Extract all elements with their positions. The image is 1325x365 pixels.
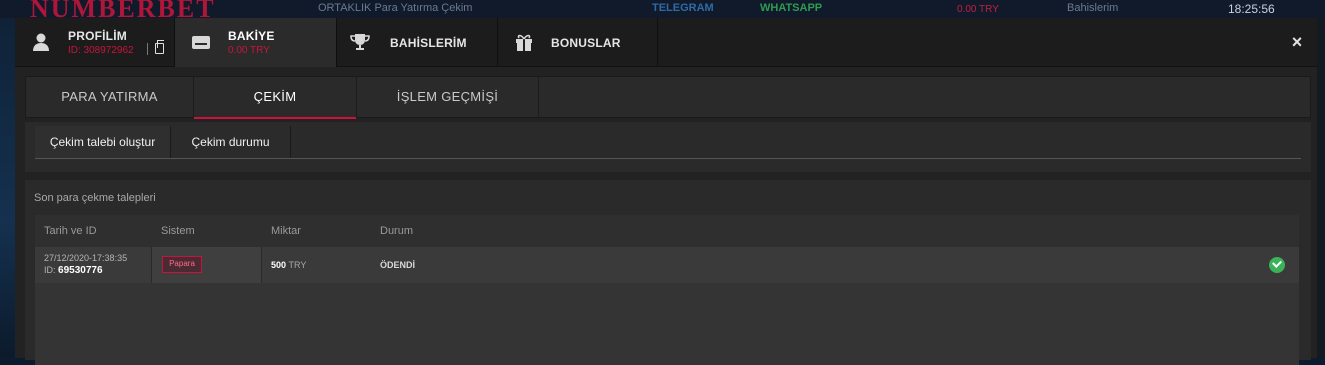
request-id-line: ID: 69530776 (44, 265, 103, 276)
request-date: 27/12/2020-17:38:35 (44, 253, 128, 263)
amount-value: 500 (271, 260, 287, 270)
column-header: Sistem (161, 225, 195, 237)
table-empty-area (35, 283, 1299, 365)
profile-id: ID: 308972962 (68, 45, 134, 56)
tab-bets-title: BAHİSLERİM (390, 36, 467, 50)
account-modal: PROFİLİM ID: 308972962 BAKİYE 0.00 TRY B… (15, 18, 1317, 365)
tab-bonuses-title: BONUSLAR (551, 36, 621, 50)
column-header: Tarih ve ID (44, 225, 97, 237)
amount-currency: TRY (288, 260, 307, 270)
tab-withdraw[interactable]: ÇEKİM (194, 77, 357, 119)
whatsapp-link: WHATSAPP (760, 2, 823, 14)
column-header: Durum (380, 225, 414, 237)
withdraw-subtabs: Çekim talebi oluştur Çekim durumu (25, 122, 1311, 172)
tab-bonuses[interactable]: BONUSLAR (498, 18, 658, 67)
system-cell: Papara (152, 247, 262, 283)
request-id: 69530776 (58, 265, 103, 276)
site-balance: 0.00 TRY (957, 4, 999, 15)
site-bets-link: Bahislerim (1067, 2, 1119, 14)
date-id-cell: 27/12/2020-17:38:35 ID: 69530776 (35, 247, 152, 283)
tab-balance-title: BAKİYE (228, 29, 275, 43)
history-title: Son para çekme talepleri (34, 192, 156, 204)
background-edge-right (1317, 18, 1325, 358)
site-logo: NUMBERBET (30, 0, 216, 18)
site-topnav: ORTAKLIK Para Yatırma Çekim (318, 2, 473, 14)
subtab-underline (35, 158, 1301, 159)
panel-tabs: PARA YATIRMA ÇEKİM İŞLEM GEÇMİŞİ (25, 76, 1311, 119)
wallet-icon (192, 36, 210, 49)
background-edge-left (0, 18, 15, 358)
amount: 500 TRY (271, 260, 306, 270)
copy-icon[interactable] (155, 40, 164, 54)
tab-bets[interactable]: BAHİSLERİM (337, 18, 498, 67)
table-header: Tarih ve ID Sistem Miktar Durum (35, 215, 1299, 247)
close-icon[interactable]: × (1287, 32, 1307, 52)
trophy-icon (350, 34, 370, 50)
request-id-label: ID: (44, 265, 56, 275)
gift-icon (516, 34, 532, 51)
subtab-create-withdrawal[interactable]: Çekim talebi oluştur (35, 126, 171, 158)
amount-cell: 500 TRY (262, 247, 371, 283)
subtab-withdrawal-status[interactable]: Çekim durumu (171, 126, 291, 158)
column-header: Miktar (271, 225, 301, 237)
tab-balance[interactable]: BAKİYE 0.00 TRY (175, 18, 337, 67)
table-row[interactable]: 27/12/2020-17:38:35 ID: 69530776 Papara … (35, 247, 1299, 283)
modal-header: PROFİLİM ID: 308972962 BAKİYE 0.00 TRY B… (15, 18, 1317, 67)
background-site-header: NUMBERBET ORTAKLIK Para Yatırma Çekim TE… (0, 0, 1325, 18)
check-circle-icon (1269, 257, 1285, 273)
status-badge: ÖDENDİ (380, 260, 416, 270)
tab-transaction-history[interactable]: İŞLEM GEÇMİŞİ (357, 77, 539, 117)
tab-profile-title: PROFİLİM (68, 29, 127, 43)
payment-system-badge: Papara (162, 256, 202, 273)
withdrawal-table: Tarih ve ID Sistem Miktar Durum 27/12/20… (35, 215, 1299, 365)
site-clock: 18:25:56 (1228, 2, 1275, 16)
tab-deposit[interactable]: PARA YATIRMA (26, 77, 194, 117)
tab-profile[interactable]: PROFİLİM ID: 308972962 (15, 18, 175, 67)
user-icon (33, 33, 49, 51)
divider (147, 43, 148, 55)
telegram-link: TELEGRAM (652, 2, 714, 14)
balance-amount: 0.00 TRY (228, 45, 270, 56)
withdrawal-history-panel: Son para çekme talepleri Tarih ve ID Sis… (25, 180, 1311, 365)
